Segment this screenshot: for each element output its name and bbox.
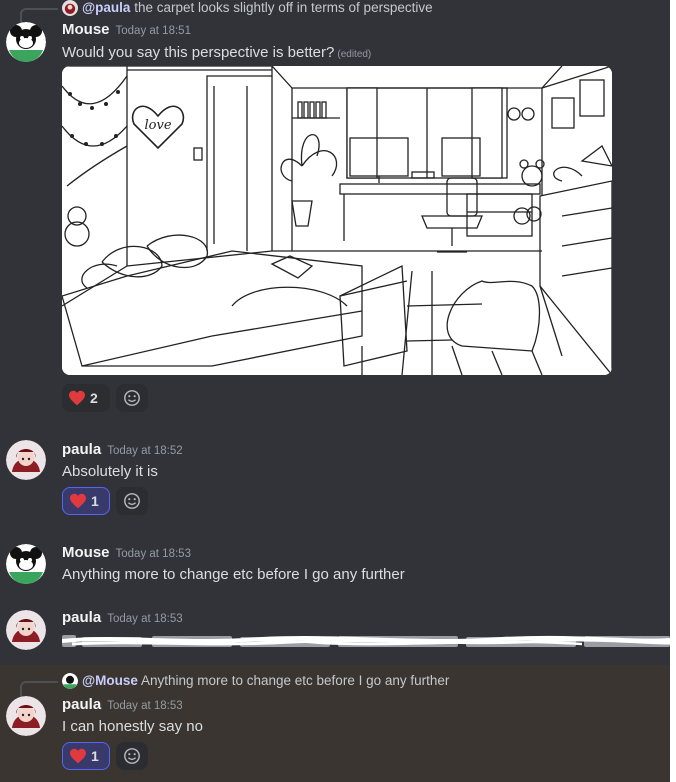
avatar[interactable]: [6, 544, 46, 584]
reply-text: the carpet looks slightly off in terms o…: [134, 0, 433, 15]
timestamp: Today at 18:53: [115, 548, 191, 560]
author-name[interactable]: Mouse: [62, 21, 110, 38]
reaction-heart[interactable]: 1: [62, 742, 110, 770]
message-text: Anything more to change etc before I go …: [62, 566, 405, 583]
heart-icon: [69, 390, 85, 406]
timestamp: Today at 18:53: [107, 700, 183, 712]
reply-spine: [20, 681, 58, 697]
reply-mention[interactable]: @paula: [82, 0, 130, 15]
heart-icon: [70, 493, 86, 509]
sign-text: love: [144, 118, 171, 133]
reaction-heart[interactable]: 1: [62, 487, 110, 515]
scribbled-out-text: [62, 631, 670, 651]
author-name[interactable]: Mouse: [62, 544, 110, 561]
add-reaction-icon: [124, 390, 140, 406]
author-name[interactable]: paula: [62, 696, 101, 713]
timestamp: Today at 18:52: [107, 445, 183, 457]
window-edge: [670, 0, 676, 782]
attachment-image[interactable]: love: [62, 66, 612, 375]
reply-mention[interactable]: @Mouse: [82, 673, 138, 688]
heart-icon: [70, 748, 86, 764]
reaction-count: 1: [91, 493, 99, 509]
message-text: I can honestly say no: [62, 718, 203, 735]
add-reaction-button[interactable]: [116, 487, 148, 515]
timestamp: Today at 18:53: [107, 613, 183, 625]
reaction-count: 1: [91, 748, 99, 764]
add-reaction-icon: [124, 748, 140, 764]
message-text: Absolutely it is: [62, 463, 158, 480]
reply-text: Anything more to change etc before I go …: [140, 673, 450, 688]
add-reaction-button[interactable]: [116, 384, 148, 412]
edited-label: (edited): [337, 49, 372, 60]
reply-avatar-paula: [62, 0, 78, 16]
avatar[interactable]: [6, 440, 46, 480]
message-text: Would you say this perspective is better…: [62, 44, 335, 61]
reaction-count: 2: [90, 390, 98, 406]
avatar[interactable]: [6, 610, 46, 650]
avatar[interactable]: [6, 696, 46, 736]
add-reaction-button[interactable]: [116, 742, 148, 770]
reaction-heart[interactable]: 2: [62, 384, 110, 412]
add-reaction-icon: [124, 493, 140, 509]
author-name[interactable]: paula: [62, 441, 101, 458]
author-name[interactable]: paula: [62, 609, 101, 626]
avatar[interactable]: [6, 22, 46, 62]
timestamp: Today at 18:51: [115, 25, 191, 37]
reply-avatar-mouse: [62, 673, 78, 689]
